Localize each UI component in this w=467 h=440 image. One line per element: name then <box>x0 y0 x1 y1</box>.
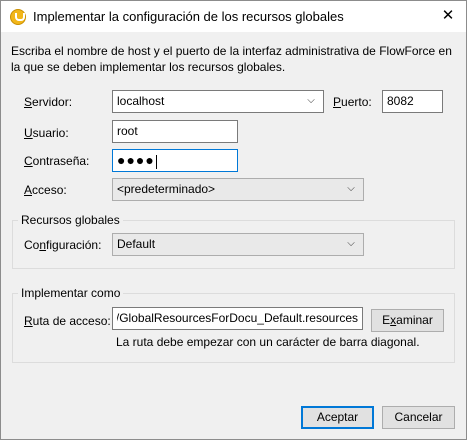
user-input[interactable]: root <box>112 120 238 143</box>
server-label: Servidor: <box>24 95 73 109</box>
title-bar: Implementar la configuración de los recu… <box>1 1 466 32</box>
configuration-value: Default <box>117 237 156 251</box>
port-label: Puerto: <box>333 95 372 109</box>
cancel-button[interactable]: Cancelar <box>382 406 455 429</box>
access-dropdown[interactable]: <predeterminado> ⌵ <box>112 178 364 201</box>
deploy-as-group-title: Implementar como <box>18 286 124 300</box>
server-value: localhost <box>117 94 165 108</box>
path-input[interactable]: public/GlobalResourcesForDocu_Default.re… <box>112 307 363 330</box>
description-text: Escriba el nombre de host y el puerto de… <box>11 44 452 74</box>
browse-button[interactable]: Examinar <box>371 309 444 332</box>
chevron-down-icon[interactable]: ⌵ <box>305 95 317 107</box>
access-label: Acceso: <box>24 183 67 197</box>
server-combobox[interactable]: localhost ⌵ <box>112 90 324 113</box>
chevron-down-icon[interactable]: ⌵ <box>345 183 357 195</box>
user-label: Usuario: <box>24 126 69 140</box>
path-value: public/GlobalResourcesForDocu_Default.re… <box>117 311 358 325</box>
deploy-dialog: Implementar la configuración de los recu… <box>0 0 467 440</box>
window-title: Implementar la configuración de los recu… <box>33 9 344 24</box>
path-hint: La ruta debe empezar con un carácter de … <box>116 335 420 349</box>
text-caret <box>155 154 157 169</box>
configuration-label: Configuración: <box>24 238 102 252</box>
accept-button[interactable]: Aceptar <box>301 406 374 429</box>
password-input[interactable]: ●●●● <box>112 149 238 172</box>
configuration-dropdown[interactable]: Default ⌵ <box>112 233 364 256</box>
port-input[interactable]: 8082 <box>382 90 443 113</box>
altova-app-icon <box>10 9 26 25</box>
global-resources-group-title: Recursos globales <box>18 213 123 227</box>
close-icon[interactable]: ✕ <box>436 5 460 27</box>
password-label: Contraseña: <box>24 154 90 168</box>
path-label: Ruta de acceso: <box>24 314 111 328</box>
chevron-down-icon[interactable]: ⌵ <box>345 238 357 250</box>
access-value: <predeterminado> <box>117 182 216 196</box>
password-mask: ●●●● <box>117 152 155 168</box>
